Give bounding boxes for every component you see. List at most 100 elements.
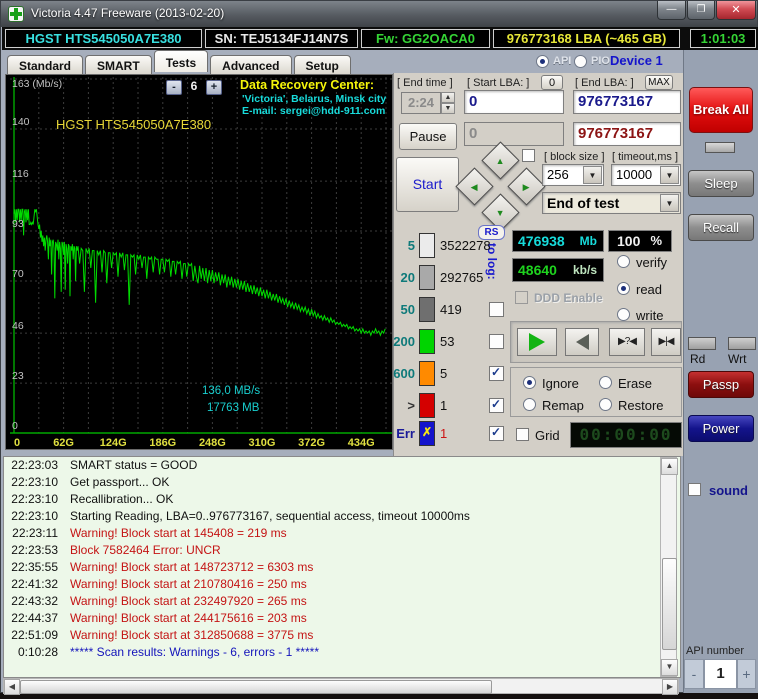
seek-end-button[interactable]: ▶|◀: [651, 328, 681, 356]
api-radio[interactable]: [536, 55, 549, 68]
end-time-up[interactable]: ▲: [441, 92, 455, 103]
write-radio[interactable]: [617, 308, 630, 321]
minimize-button[interactable]: —: [657, 1, 686, 20]
start-button[interactable]: Start: [396, 157, 459, 212]
timeout-value: 10000: [616, 167, 653, 182]
close-button[interactable]: ✕: [716, 1, 756, 20]
defect-action-panel: Ignore Erase Remap Restore: [510, 367, 682, 417]
device-selector[interactable]: Device 1: [610, 53, 663, 68]
grid-checkbox[interactable]: [516, 428, 529, 441]
sleep-button[interactable]: Sleep: [688, 170, 754, 197]
counter-row: 200 53: [393, 329, 489, 355]
counter-row: >1: [393, 393, 489, 419]
end-time-field[interactable]: 2:24: [401, 92, 441, 114]
chevron-down-icon[interactable]: ▼: [660, 194, 679, 212]
y-tick-label: 0: [12, 420, 18, 432]
rd-label: Rd: [690, 352, 706, 366]
start-lba-zero-button[interactable]: 0: [541, 75, 563, 90]
log-time: 22:23:11: [12, 526, 58, 540]
zoom-in-button[interactable]: +: [206, 80, 222, 95]
timeout-select[interactable]: 10000 ▼: [611, 164, 681, 186]
scroll-thumb[interactable]: [662, 558, 677, 650]
maximize-button[interactable]: ❐: [687, 1, 715, 20]
zoom-out-button[interactable]: -: [166, 80, 182, 95]
api-number-plus[interactable]: +: [737, 659, 756, 689]
drive-serial: SN: TEJ5134FJ14N7S: [205, 29, 358, 48]
block-size-value: 256: [547, 167, 569, 182]
back-icon: [575, 334, 589, 350]
title-bar[interactable]: Victoria 4.47 Freeware (2013-02-20) — ❐ …: [1, 1, 757, 27]
block-size-select[interactable]: 256 ▼: [542, 164, 604, 186]
percent-display: 100%: [608, 230, 672, 252]
counter-row: Err ✗ 1: [393, 421, 489, 447]
read-radio[interactable]: [617, 282, 630, 295]
log-vertical-scrollbar[interactable]: ▲ ▼: [660, 457, 678, 677]
scan-back-button[interactable]: [565, 328, 599, 356]
restore-radio[interactable]: [599, 398, 612, 411]
graph-drive-label: HGST HTS545050A7E380: [56, 117, 212, 132]
scan-forward-button[interactable]: [517, 328, 557, 356]
tab-tests[interactable]: Tests: [153, 50, 209, 72]
ignore-radio[interactable]: [523, 376, 536, 389]
recall-button[interactable]: Recall: [688, 214, 754, 241]
log-text: Warning! Block start at 145408 = 219 ms: [70, 526, 287, 540]
mb-value: 476938: [518, 233, 565, 249]
to-log-checkbox[interactable]: [489, 302, 504, 317]
chevron-down-icon[interactable]: ▼: [583, 166, 602, 184]
tab-smart[interactable]: SMART: [85, 55, 152, 75]
power-button[interactable]: Power: [688, 415, 754, 442]
megabytes-display: 476938 Mb: [512, 230, 604, 252]
chevron-down-icon[interactable]: ▼: [660, 166, 679, 184]
passport-button[interactable]: Passp: [688, 371, 754, 398]
break-all-button[interactable]: Break All: [689, 87, 753, 133]
log-time: 22:23:10: [11, 509, 58, 523]
tab-standard[interactable]: Standard: [7, 55, 84, 75]
ddd-enable-checkbox[interactable]: [515, 291, 528, 304]
percent-value: 100: [617, 233, 641, 249]
verify-radio[interactable]: [617, 255, 630, 268]
counter-value: 292765: [440, 270, 484, 285]
to-log-checkbox[interactable]: [489, 334, 504, 349]
end-time-down[interactable]: ▼: [441, 103, 455, 114]
end-lba-input[interactable]: 976773167: [573, 90, 681, 114]
sound-checkbox[interactable]: [688, 483, 701, 496]
scroll-up-icon[interactable]: ▲: [661, 458, 678, 475]
counter-label: 200: [393, 334, 415, 349]
api-number-minus[interactable]: -: [684, 659, 704, 689]
log-text: Get passport... OK: [70, 475, 170, 489]
counter-value: 5: [440, 366, 448, 381]
pio-radio[interactable]: [574, 55, 587, 68]
seek-right-button[interactable]: ▶: [507, 167, 546, 206]
pause-button[interactable]: Pause: [399, 123, 457, 150]
scroll-thumb[interactable]: [20, 680, 492, 694]
remap-radio[interactable]: [523, 398, 536, 411]
tab-setup[interactable]: Setup: [293, 55, 351, 75]
api-number-label: API number: [686, 645, 745, 657]
scroll-left-icon[interactable]: ◀: [4, 679, 20, 695]
max-lba-button[interactable]: MAX: [645, 75, 673, 90]
event-log[interactable]: 22:23:03 SMART status = GOOD 22:23:10 Get p…: [3, 456, 681, 678]
ignore-label: Ignore: [542, 376, 579, 391]
log-text: Warning! Block start at 148723712 = 6303…: [70, 560, 314, 574]
erase-radio[interactable]: [599, 376, 612, 389]
tab-advanced[interactable]: Advanced: [210, 55, 292, 75]
x-tick-label: 186G: [149, 437, 176, 449]
end-lba-label: [ End LBA: ]: [575, 77, 634, 89]
test-end-action-select[interactable]: End of test ▼: [542, 192, 681, 214]
scroll-down-icon[interactable]: ▼: [661, 659, 678, 676]
log-horizontal-scrollbar[interactable]: ◀ ▶: [3, 678, 679, 695]
y-tick-label: 116: [12, 168, 29, 180]
nav-checkbox[interactable]: [522, 149, 535, 162]
seek-question-button[interactable]: ▶?◀: [609, 328, 645, 356]
counter-value: 3522278: [440, 238, 491, 253]
to-log-checkbox[interactable]: [489, 397, 504, 413]
error-lba-input[interactable]: 976773167: [573, 122, 681, 146]
start-lba-input[interactable]: 0: [464, 90, 564, 114]
log-entry: 22:41:32 Warning! Block start at 21078041…: [4, 576, 680, 593]
led-timer-display: 00:00:00: [570, 422, 682, 448]
to-log-checkbox[interactable]: [489, 365, 504, 381]
scroll-right-icon[interactable]: ▶: [662, 679, 678, 695]
to-log-checkbox[interactable]: [489, 425, 504, 441]
block-size-label: [ block size ]: [544, 151, 605, 163]
restore-label: Restore: [618, 398, 664, 413]
